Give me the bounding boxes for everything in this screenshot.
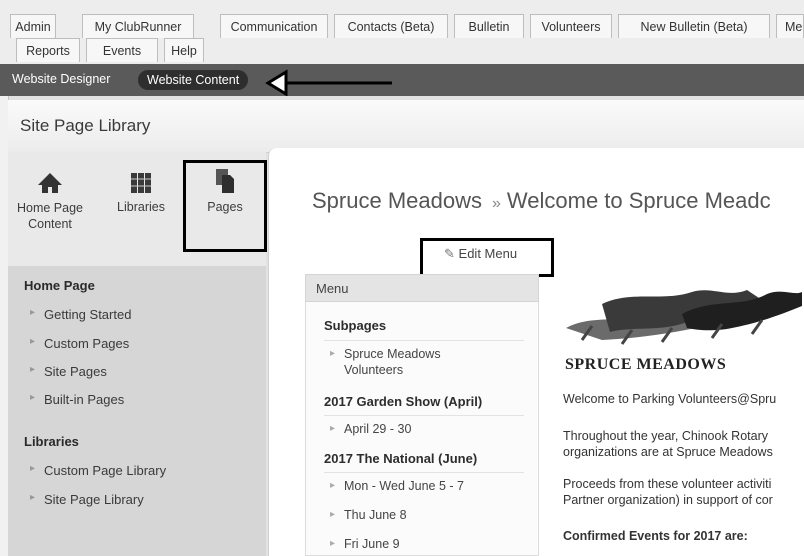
- menu-group-the-national: 2017 The National (June): [324, 451, 478, 466]
- library-header: Site Page Library: [8, 100, 804, 153]
- pages-highlight-box: [183, 160, 267, 252]
- tab-communication[interactable]: Communication: [220, 14, 328, 38]
- menu-group-subpages: Subpages: [324, 318, 387, 333]
- tree-heading-libraries: Libraries: [24, 434, 79, 449]
- website-content-link[interactable]: Website Content: [138, 70, 249, 90]
- top-navigation: Admin My ClubRunner Communication Contac…: [0, 0, 804, 64]
- tab-volunteers[interactable]: Volunteers: [530, 14, 612, 38]
- divider: [324, 340, 524, 341]
- tab-more[interactable]: Me: [776, 14, 804, 38]
- article-paragraph-3: Proceeds from these volunteer activiti P…: [563, 477, 773, 507]
- home-page-content-button[interactable]: Home Page Content: [8, 172, 92, 232]
- tree-item-custom-pages[interactable]: Custom Pages: [30, 336, 129, 351]
- breadcrumb-separator: »: [491, 195, 501, 212]
- article-paragraph-1: Welcome to Parking Volunteers@Spru: [563, 392, 777, 406]
- libraries-icon: [131, 173, 151, 193]
- menu-group-garden-show: 2017 Garden Show (April): [324, 394, 483, 409]
- tree-item-getting-started[interactable]: Getting Started: [30, 307, 132, 322]
- article-paragraph-2: Throughout the year, Chinook Rotary orga…: [563, 429, 773, 459]
- libraries-button[interactable]: Libraries: [112, 172, 170, 214]
- article-paragraph-4: Confirmed Events for 2017 are:: [563, 529, 748, 543]
- tab-events[interactable]: Events: [86, 38, 158, 62]
- divider: [324, 472, 524, 473]
- horses-logo-image: [566, 290, 802, 345]
- home-icon: [38, 173, 62, 193]
- website-designer-link[interactable]: Website Designer: [12, 72, 110, 86]
- libraries-label: Libraries: [117, 200, 165, 214]
- menu-item-april-29-30[interactable]: April 29 - 30: [330, 421, 411, 437]
- annotation-arrow-icon: [265, 69, 392, 97]
- menu-item-thu-june-8[interactable]: Thu June 8: [330, 507, 406, 523]
- tab-bulletin[interactable]: Bulletin: [454, 14, 524, 38]
- page-title: Site Page Library: [20, 116, 151, 135]
- tab-help[interactable]: Help: [164, 38, 204, 62]
- tree-item-built-in-pages[interactable]: Built-in Pages: [30, 392, 124, 407]
- tree-heading-home-page: Home Page: [24, 278, 95, 293]
- tab-my-clubrunner[interactable]: My ClubRunner: [82, 14, 194, 38]
- tab-new-bulletin-beta[interactable]: New Bulletin (Beta): [618, 14, 770, 38]
- tab-admin[interactable]: Admin: [10, 14, 56, 38]
- breadcrumb-site-name[interactable]: Spruce Meadows: [312, 188, 482, 213]
- breadcrumb: Spruce Meadows » Welcome to Spruce Meadc: [312, 188, 771, 214]
- menu-item-mon-wed-june[interactable]: Mon - Wed June 5 - 7: [330, 478, 464, 494]
- tree-item-custom-page-library[interactable]: Custom Page Library: [30, 463, 166, 478]
- tab-reports[interactable]: Reports: [16, 38, 80, 62]
- edit-menu-button[interactable]: ✎ Edit Menu: [444, 246, 517, 262]
- logo-text: SPRUCE MEADOWS: [565, 356, 727, 373]
- menu-item-spruce-meadows-volunteers[interactable]: Spruce Meadows Volunteers: [330, 346, 441, 378]
- edit-menu-label: Edit Menu: [458, 246, 518, 261]
- divider: [324, 415, 524, 416]
- tree-item-site-pages[interactable]: Site Pages: [30, 364, 107, 379]
- home-page-content-label: Home Page Content: [16, 201, 83, 231]
- menu-heading: Menu: [316, 281, 349, 296]
- menu-item-fri-june-9[interactable]: Fri June 9: [330, 536, 399, 552]
- tab-contacts-beta[interactable]: Contacts (Beta): [334, 14, 448, 38]
- designer-toolbar: Website Designer Website Content: [0, 64, 804, 96]
- breadcrumb-page-name: Welcome to Spruce Meadc: [506, 188, 771, 213]
- pencil-icon: ✎: [444, 246, 455, 261]
- menu-panel-header: Menu: [305, 274, 539, 302]
- tree-item-site-page-library[interactable]: Site Page Library: [30, 492, 144, 507]
